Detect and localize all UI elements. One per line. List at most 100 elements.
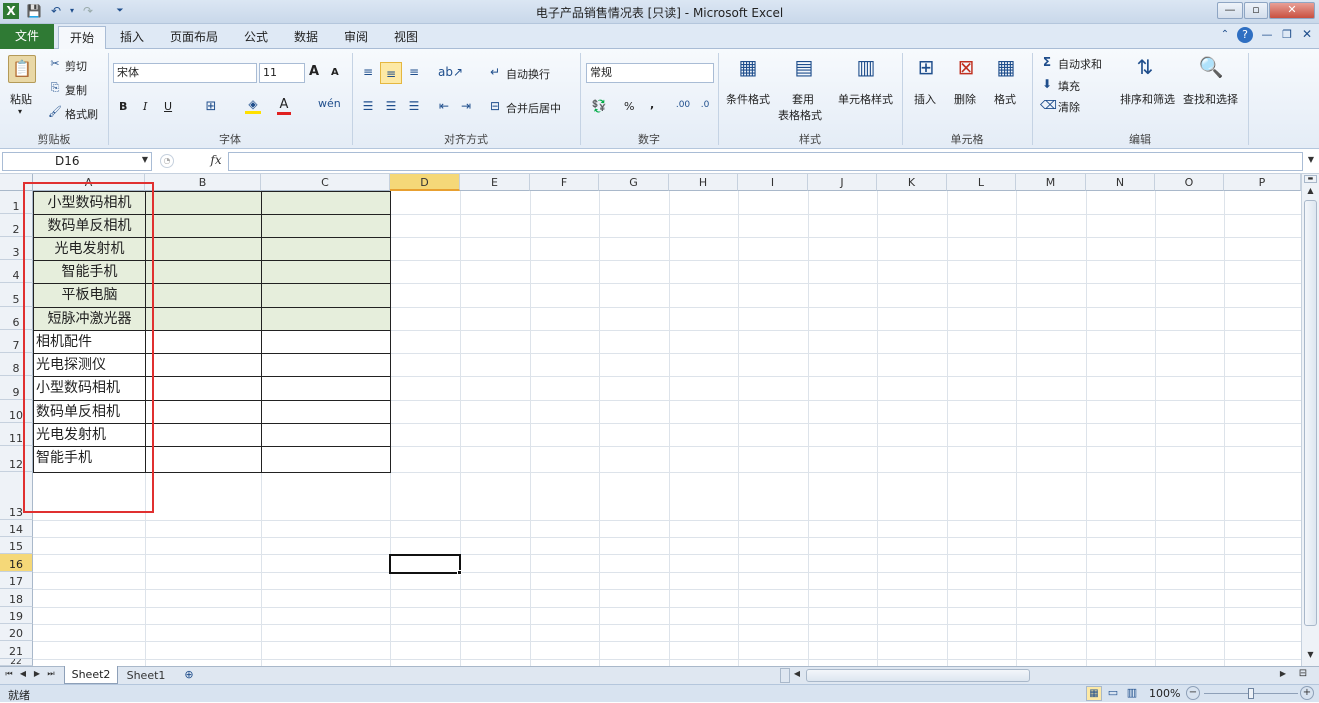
cell-b3[interactable]	[145, 237, 262, 261]
column-header-n[interactable]: N	[1086, 174, 1155, 191]
column-header-g[interactable]: G	[599, 174, 669, 191]
normal-view-icon[interactable]: ▦	[1086, 686, 1102, 701]
column-header-l[interactable]: L	[947, 174, 1016, 191]
cell-c7[interactable]	[261, 330, 391, 354]
zoom-out-icon[interactable]: −	[1186, 686, 1200, 700]
sheet-tab-sheet2[interactable]: Sheet2	[64, 666, 118, 684]
first-sheet-icon[interactable]: ⏮	[4, 669, 14, 679]
zoom-slider-thumb[interactable]	[1248, 688, 1254, 699]
tab-page-layout[interactable]: 页面布局	[164, 26, 224, 49]
cell-b12[interactable]	[145, 446, 262, 473]
number-format-select[interactable]: 常规	[586, 63, 714, 83]
cell-b11[interactable]	[145, 423, 262, 447]
cell-c3[interactable]	[261, 237, 391, 261]
maximize-button[interactable]: ▫	[1244, 2, 1268, 19]
tab-home[interactable]: 开始	[58, 26, 106, 50]
decrease-decimal-icon[interactable]: .0	[696, 100, 714, 110]
cell-b1[interactable]	[145, 191, 262, 215]
cell-b6[interactable]	[145, 307, 262, 331]
accounting-format-icon[interactable]: 💱	[590, 99, 608, 113]
tab-view[interactable]: 视图	[386, 26, 426, 49]
name-box-dropdown-icon[interactable]: ▼	[140, 155, 150, 164]
insert-cells-button[interactable]: 插入	[914, 91, 936, 107]
horizontal-scroll-thumb[interactable]	[806, 669, 1030, 682]
doc-restore-icon[interactable]: ❐	[1280, 28, 1294, 41]
prev-sheet-icon[interactable]: ◀	[18, 669, 28, 678]
last-sheet-icon[interactable]: ⏭	[46, 669, 56, 679]
column-header-k[interactable]: K	[877, 174, 947, 191]
row-header-15[interactable]: 15	[0, 537, 33, 554]
fill-button[interactable]: 填充	[1058, 78, 1080, 94]
merge-center-button[interactable]: 合并后居中	[506, 100, 561, 116]
format-as-table-icon[interactable]: ▤	[790, 55, 818, 85]
font-name-select[interactable]: 宋体	[113, 63, 257, 83]
cell-c12[interactable]	[261, 446, 391, 473]
cell-c2[interactable]	[261, 214, 391, 238]
zoom-in-icon[interactable]: +	[1300, 686, 1314, 700]
copy-icon[interactable]: ⎘	[48, 81, 62, 95]
scroll-left-icon[interactable]: ◀	[792, 669, 802, 678]
minimize-button[interactable]: —	[1217, 2, 1243, 19]
page-break-view-icon[interactable]: ▥	[1124, 686, 1140, 699]
align-center-icon[interactable]: ☰	[383, 99, 399, 113]
phonetic-icon[interactable]: wén	[318, 97, 341, 110]
autosum-button[interactable]: 自动求和	[1058, 56, 1102, 72]
column-header-c[interactable]: C	[261, 174, 390, 191]
format-cells-button[interactable]: 格式	[994, 91, 1016, 107]
row-header-17[interactable]: 17	[0, 572, 33, 589]
zoom-level[interactable]: 100%	[1149, 687, 1180, 700]
tab-data[interactable]: 数据	[286, 26, 326, 49]
active-cell-d16[interactable]	[389, 554, 461, 574]
underline-button[interactable]: U	[164, 100, 172, 113]
orientation-icon[interactable]: ab↗	[438, 65, 463, 79]
cell-b8[interactable]	[145, 353, 262, 377]
row-header-20[interactable]: 20	[0, 624, 33, 641]
copy-button[interactable]: 复制	[65, 82, 87, 98]
column-header-i[interactable]: I	[738, 174, 808, 191]
increase-decimal-icon[interactable]: .00	[674, 100, 692, 110]
find-select-icon[interactable]: 🔍	[1196, 55, 1226, 85]
tab-split-handle[interactable]	[780, 668, 790, 683]
format-as-table-label[interactable]: 表格格式	[778, 107, 822, 123]
paste-dropdown-icon[interactable]: ▾	[18, 107, 22, 116]
delete-cells-icon[interactable]: ⊠	[952, 55, 980, 85]
paste-icon[interactable]: 📋	[8, 55, 36, 83]
expand-formula-icon[interactable]: ▼	[1305, 155, 1317, 164]
cell-b10[interactable]	[145, 400, 262, 424]
cut-icon[interactable]: ✂	[48, 57, 62, 70]
doc-minimize-icon[interactable]: —	[1260, 28, 1274, 41]
cell-b7[interactable]	[145, 330, 262, 354]
column-header-j[interactable]: J	[808, 174, 877, 191]
fill-handle[interactable]	[457, 570, 462, 575]
font-size-select[interactable]: 11	[259, 63, 305, 83]
column-header-h[interactable]: H	[669, 174, 738, 191]
align-top-icon[interactable]: ≡	[360, 65, 376, 79]
cell-c1[interactable]	[261, 191, 391, 215]
page-layout-view-icon[interactable]: ▭	[1105, 686, 1121, 699]
wrap-text-icon[interactable]: ↵	[487, 65, 503, 79]
column-header-f[interactable]: F	[530, 174, 599, 191]
grow-font-button[interactable]: A	[309, 64, 319, 79]
fill-icon[interactable]: ⬇	[1040, 77, 1054, 91]
cell-b9[interactable]	[145, 376, 262, 401]
cell-b2[interactable]	[145, 214, 262, 238]
fill-color-icon[interactable]: ◈	[245, 97, 261, 114]
comma-style-button[interactable]: ,	[650, 98, 654, 111]
format-painter-button[interactable]: 格式刷	[65, 106, 98, 122]
conditional-formatting-button[interactable]: 条件格式	[726, 91, 770, 107]
tab-review[interactable]: 审阅	[336, 26, 376, 49]
paste-button[interactable]: 粘贴	[10, 91, 32, 107]
wrap-text-button[interactable]: 自动换行	[506, 66, 550, 82]
decrease-indent-icon[interactable]: ⇤	[436, 99, 452, 113]
format-painter-icon[interactable]: 🖌	[48, 105, 62, 118]
merge-center-icon[interactable]: ⊟	[487, 99, 503, 113]
cell-c10[interactable]	[261, 400, 391, 424]
font-color-icon[interactable]: A	[277, 97, 291, 115]
cell-styles-icon[interactable]: ▥	[852, 55, 880, 85]
row-header-18[interactable]: 18	[0, 589, 33, 607]
column-header-e[interactable]: E	[460, 174, 530, 191]
scroll-down-icon[interactable]: ▼	[1304, 650, 1317, 663]
cell-c4[interactable]	[261, 260, 391, 284]
close-button[interactable]: ✕	[1269, 2, 1315, 19]
row-header-22[interactable]: 22	[0, 659, 33, 666]
